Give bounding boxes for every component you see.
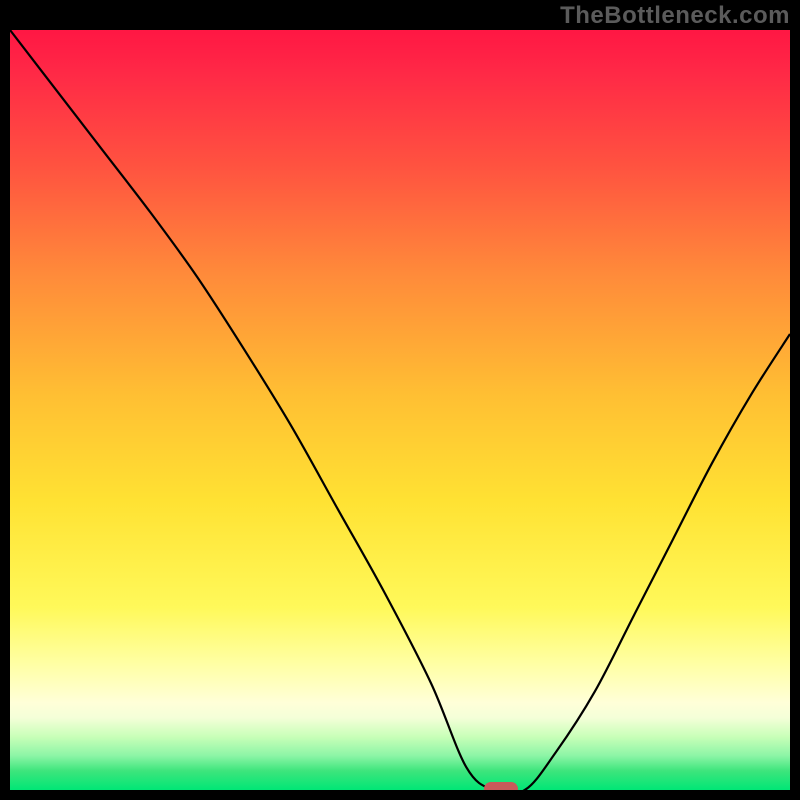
- chart-svg: [10, 30, 790, 790]
- gradient-background: [10, 30, 790, 790]
- chart-frame: TheBottleneck.com: [0, 0, 800, 800]
- watermark-text: TheBottleneck.com: [560, 2, 790, 30]
- plot-area: [10, 30, 790, 790]
